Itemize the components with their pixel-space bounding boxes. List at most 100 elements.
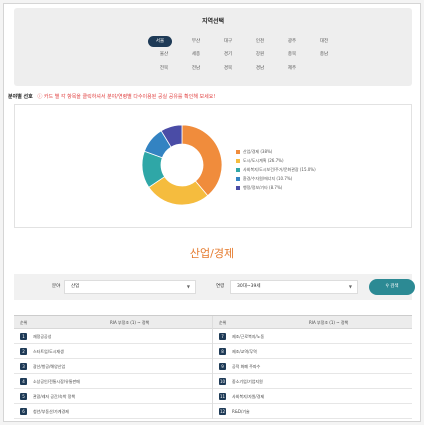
policy-header: RIA 부정조 (1) ~ 정책 (110, 320, 150, 325)
table-row[interactable]: 7 제조/근로복지/노동 (213, 329, 412, 344)
legend-swatch (236, 185, 240, 190)
table-row[interactable]: 5 관광/레저 공간/숙박 정책 (14, 389, 212, 404)
rank-badge: 11 (219, 393, 226, 400)
chart-card: 산업/경제 (38%) 도시/도시계획 (26.7%) 사회복지/도시보건/주거… (14, 104, 412, 228)
table-header: 순위 RIA 부정조 (1) ~ 정책 (213, 316, 412, 329)
region-gyeonggi[interactable]: 경기 (212, 49, 244, 60)
table-header: 순위 RIA 부정조 (1) ~ 정책 (14, 316, 212, 329)
field-label: 분야 (52, 284, 61, 289)
row-text: 광산/항공/해양산업 (33, 364, 66, 369)
table-row[interactable]: 1 재정공공성 (14, 329, 212, 344)
rank-header: 순위 (219, 320, 227, 325)
legend-label: 도시/도시계획 (26.7%) (243, 157, 284, 163)
table-row[interactable]: 8 제조/교역/무역 (213, 344, 412, 359)
field-select[interactable]: 산업 ▼ (64, 280, 196, 294)
region-jeonbuk[interactable]: 전북 (148, 63, 180, 74)
region-gyeongbuk[interactable]: 경북 (212, 63, 244, 74)
rank-header: 순위 (20, 320, 28, 325)
preference-header: 분야별 선호 ⓘ 카드 별 각 항목을 클릭하셔서 분야/연령별 다수이용된 공… (8, 93, 215, 100)
age-select[interactable]: 30대~39세 ▼ (230, 280, 358, 294)
region-row-3: 전북 전남 경북 경남 제주 (148, 63, 308, 74)
ranking-column-right: 순위 RIA 부정조 (1) ~ 정책 7 제조/근로복지/노동 8 제조/교역/무… (213, 316, 412, 419)
page-frame: 지역선택 서울 부산 대구 인천 광주 대전 울산 세종 경기 강원 충북 충남… (3, 3, 421, 422)
table-row[interactable]: 9 공적 화폐 주파수 (213, 359, 412, 374)
region-chungbuk[interactable]: 충북 (276, 49, 308, 60)
row-text: 스타트업/도시재생 (33, 349, 64, 354)
table-row[interactable]: 4 소상공인/전통시장/유통판매 (14, 374, 212, 389)
legend-item[interactable]: 행정/정보/기타 (8.7%) (236, 183, 316, 192)
region-row-2: 울산 세종 경기 강원 충북 충남 (148, 49, 340, 60)
region-sejong[interactable]: 세종 (180, 49, 212, 60)
region-jeju[interactable]: 제주 (276, 63, 308, 74)
filter-bar: 분야 산업 ▼ 연령 30대~39세 ▼ ⚲ 검색 (14, 274, 415, 300)
chevron-down-icon: ▼ (348, 284, 352, 289)
region-jeonnam[interactable]: 전남 (180, 63, 212, 74)
region-daejeon[interactable]: 대전 (308, 36, 340, 47)
table-row[interactable]: 11 사회복지/자원/경제 (213, 389, 412, 404)
legend-swatch (236, 176, 240, 181)
row-text: 공적 화폐 주파수 (232, 364, 261, 369)
row-text: R&D/기술 (232, 409, 250, 414)
table-row[interactable]: 10 중소기업/기업지원 (213, 374, 412, 389)
rank-badge: 5 (20, 393, 27, 400)
table-row[interactable]: 12 R&D/기술 (213, 404, 412, 419)
rank-badge: 8 (219, 348, 226, 355)
ranking-table: 순위 RIA 부정조 (1) ~ 정책 1 재정공공성 2 스타트업/도시재생 3 광… (14, 315, 412, 423)
rank-badge: 2 (20, 348, 27, 355)
rank-badge: 9 (219, 363, 226, 370)
rank-badge: 7 (219, 333, 226, 340)
row-text: 관광/레저 공간/숙박 정책 (33, 394, 76, 399)
region-gwangju[interactable]: 광주 (276, 36, 308, 47)
region-gyeongnam[interactable]: 경남 (244, 63, 276, 74)
legend-label: 사회복지/도시보건/주거/문화관광 (15.0%) (243, 166, 316, 172)
region-ulsan[interactable]: 울산 (148, 49, 180, 60)
rank-badge: 12 (219, 408, 226, 415)
row-text: 중소기업/기업지원 (232, 379, 263, 384)
preference-hint: ⓘ 카드 별 각 항목을 클릭하셔서 분야/연령별 다수이용된 공실 공유를 확… (37, 94, 216, 100)
preference-label: 분야별 선호 (8, 94, 33, 100)
legend-item[interactable]: 환경/수자원/에너지 (10.7%) (236, 174, 316, 183)
region-incheon[interactable]: 인천 (244, 36, 276, 47)
legend-item[interactable]: 산업/경제 (38%) (236, 147, 316, 156)
rank-badge: 6 (20, 408, 27, 415)
legend-swatch (236, 167, 240, 172)
age-select-value: 30대~39세 (237, 284, 261, 289)
legend-swatch (236, 158, 240, 163)
row-text: 재정공공성 (33, 334, 52, 339)
region-chungnam[interactable]: 충남 (308, 49, 340, 60)
region-selector: 지역선택 서울 부산 대구 인천 광주 대전 울산 세종 경기 강원 충북 충남… (14, 8, 412, 86)
legend-label: 행정/정보/기타 (8.7%) (243, 184, 283, 190)
rank-badge: 3 (20, 363, 27, 370)
row-text: 사회복지/자원/경제 (232, 394, 265, 399)
row-text: 제조/근로복지/노동 (232, 334, 265, 339)
donut-chart[interactable] (137, 120, 227, 210)
region-busan[interactable]: 부산 (180, 36, 212, 47)
rank-badge: 4 (20, 378, 27, 385)
row-text: 소상공인/전통시장/유통판매 (33, 379, 80, 384)
section-title: 산업/경제 (189, 247, 235, 260)
chevron-down-icon: ▼ (186, 284, 190, 289)
legend-swatch (236, 149, 240, 154)
search-button[interactable]: ⚲ 검색 (369, 279, 415, 295)
policy-header: RIA 부정조 (1) ~ 정책 (309, 320, 349, 325)
region-daegu[interactable]: 대구 (212, 36, 244, 47)
legend-item[interactable]: 도시/도시계획 (26.7%) (236, 156, 316, 165)
region-row-1: 서울 부산 대구 인천 광주 대전 (148, 36, 340, 47)
legend-label: 환경/수자원/에너지 (10.7%) (243, 175, 293, 181)
table-row[interactable]: 3 광산/항공/해양산업 (14, 359, 212, 374)
chart-legend: 산업/경제 (38%) 도시/도시계획 (26.7%) 사회복지/도시보건/주거… (236, 147, 316, 192)
table-row[interactable]: 6 청년/부동산/가계경제 (14, 404, 212, 419)
row-text: 청년/부동산/가계경제 (33, 409, 69, 414)
legend-item[interactable]: 사회복지/도시보건/주거/문화관광 (15.0%) (236, 165, 316, 174)
region-seoul[interactable]: 서울 (148, 36, 172, 47)
rank-badge: 10 (219, 378, 226, 385)
ranking-column-left: 순위 RIA 부정조 (1) ~ 정책 1 재정공공성 2 스타트업/도시재생 3 광… (14, 316, 213, 419)
table-row[interactable]: 2 스타트업/도시재생 (14, 344, 212, 359)
row-text: 제조/교역/무역 (232, 349, 257, 354)
region-title: 지역선택 (201, 18, 225, 25)
age-label: 연령 (216, 284, 225, 289)
legend-label: 산업/경제 (38%) (243, 148, 273, 154)
rank-badge: 1 (20, 333, 27, 340)
search-button-label: 검색 (390, 284, 399, 289)
region-gangwon[interactable]: 강원 (244, 49, 276, 60)
